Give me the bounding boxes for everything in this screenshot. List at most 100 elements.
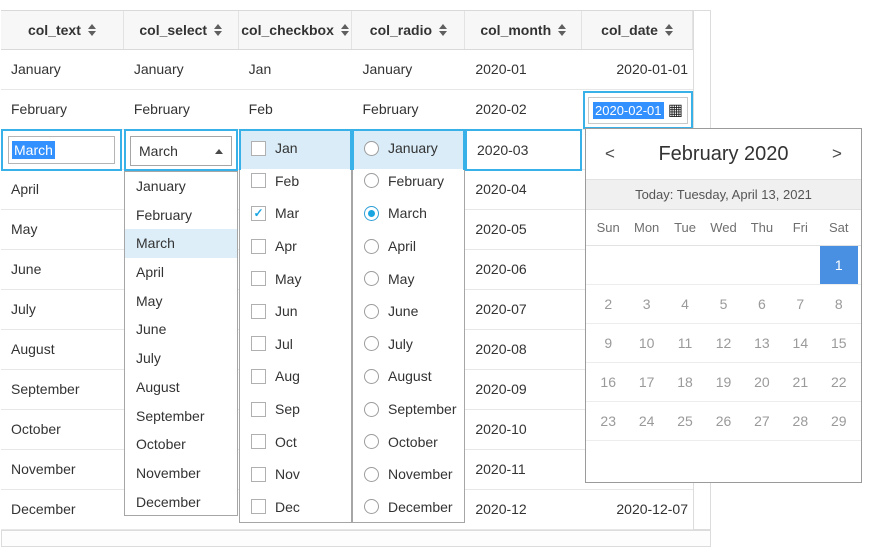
select-option[interactable]: April <box>125 258 237 287</box>
cell-col_select[interactable]: January <box>124 50 239 89</box>
select-editor[interactable]: March <box>130 136 232 166</box>
day-cell[interactable]: 2 <box>589 285 627 323</box>
text-editor-input[interactable]: March <box>8 136 115 164</box>
checkbox-icon[interactable] <box>251 141 266 156</box>
day-cell[interactable]: 28 <box>781 402 819 440</box>
day-cell[interactable]: 25 <box>666 402 704 440</box>
radio-option[interactable]: August <box>353 360 464 393</box>
radio-option[interactable]: October <box>353 425 464 458</box>
cell-col_date[interactable]: 2020-12-07 <box>582 490 693 529</box>
today-banner[interactable]: Today: Tuesday, April 13, 2021 <box>586 179 861 210</box>
sort-icon[interactable] <box>88 24 96 36</box>
select-option[interactable]: October <box>125 430 237 459</box>
radio-option[interactable]: July <box>353 328 464 361</box>
sort-icon[interactable] <box>558 24 566 36</box>
day-cell[interactable]: 7 <box>781 285 819 323</box>
checkbox-icon[interactable] <box>251 369 266 384</box>
column-header-col_text[interactable]: col_text <box>1 11 124 49</box>
day-cell[interactable]: 23 <box>589 402 627 440</box>
radio-option[interactable]: November <box>353 458 464 491</box>
cell-col_month[interactable]: 2020-12 <box>465 490 582 529</box>
cell-col_month[interactable]: 2020-11 <box>465 450 582 489</box>
cell-col_text[interactable]: August <box>1 330 124 369</box>
radio-option[interactable]: January <box>353 132 464 165</box>
cell-col_month[interactable]: 2020-02 <box>465 90 582 129</box>
select-option[interactable]: January <box>125 172 237 201</box>
day-cell[interactable]: 17 <box>627 363 665 401</box>
checkbox-option[interactable]: May <box>240 262 351 295</box>
column-header-col_date[interactable]: col_date <box>582 11 693 49</box>
radio-icon[interactable] <box>364 434 379 449</box>
day-cell[interactable]: 11 <box>666 324 704 362</box>
selected-day-cell[interactable]: 1 <box>820 246 858 284</box>
radio-option[interactable]: December <box>353 491 464 524</box>
checkbox-icon[interactable] <box>251 336 266 351</box>
cell-col_month[interactable]: 2020-05 <box>465 210 582 249</box>
radio-icon[interactable] <box>364 336 379 351</box>
column-header-col_select[interactable]: col_select <box>124 11 239 49</box>
checkbox-option[interactable]: Jan <box>240 132 351 165</box>
day-cell[interactable]: 14 <box>781 324 819 362</box>
checkbox-option[interactable]: Aug <box>240 360 351 393</box>
month-editor-cell[interactable]: 2020-03 <box>465 129 582 171</box>
column-header-col_radio[interactable]: col_radio <box>352 11 465 49</box>
cell-col_text[interactable]: January <box>1 50 124 89</box>
cell-col_text[interactable]: June <box>1 250 124 289</box>
day-cell[interactable]: 16 <box>589 363 627 401</box>
day-cell[interactable]: 8 <box>820 285 858 323</box>
cell-col_month[interactable]: 2020-10 <box>465 410 582 449</box>
checkbox-icon[interactable] <box>251 304 266 319</box>
cell-col_checkbox[interactable]: Jan <box>239 50 353 89</box>
checkbox-icon[interactable] <box>251 402 266 417</box>
checkbox-option[interactable]: Feb <box>240 165 351 198</box>
day-cell[interactable]: 20 <box>743 363 781 401</box>
day-cell[interactable]: 29 <box>820 402 858 440</box>
next-month-button[interactable]: > <box>827 144 847 164</box>
day-cell[interactable]: 19 <box>704 363 742 401</box>
select-option[interactable]: March <box>125 229 237 258</box>
cell-col_text[interactable]: December <box>1 490 124 529</box>
checkbox-option[interactable]: Dec <box>240 491 351 524</box>
checkbox-option[interactable]: Apr <box>240 230 351 263</box>
sort-icon[interactable] <box>214 24 222 36</box>
radio-option[interactable]: April <box>353 230 464 263</box>
day-cell[interactable]: 27 <box>743 402 781 440</box>
sort-icon[interactable] <box>665 24 673 36</box>
radio-icon[interactable] <box>364 141 379 156</box>
checkbox-option[interactable]: Sep <box>240 393 351 426</box>
day-cell[interactable]: 3 <box>627 285 665 323</box>
radio-option[interactable]: June <box>353 295 464 328</box>
day-cell[interactable]: 18 <box>666 363 704 401</box>
day-cell[interactable]: 13 <box>743 324 781 362</box>
select-option[interactable]: December <box>125 488 237 516</box>
checkbox-icon[interactable] <box>251 173 266 188</box>
checkbox-option[interactable]: Jun <box>240 295 351 328</box>
radio-option[interactable]: March <box>353 197 464 230</box>
day-cell[interactable]: 12 <box>704 324 742 362</box>
cell-col_text[interactable]: September <box>1 370 124 409</box>
checkbox-icon[interactable] <box>251 239 266 254</box>
day-cell[interactable]: 4 <box>666 285 704 323</box>
day-cell[interactable]: 24 <box>627 402 665 440</box>
cell-col_month[interactable]: 2020-01 <box>465 50 582 89</box>
checkbox-option[interactable]: ✓Mar <box>240 197 351 230</box>
day-cell[interactable]: 5 <box>704 285 742 323</box>
checkbox-option[interactable]: Nov <box>240 458 351 491</box>
sort-icon[interactable] <box>439 24 447 36</box>
select-option[interactable]: August <box>125 373 237 402</box>
radio-option[interactable]: September <box>353 393 464 426</box>
column-header-col_checkbox[interactable]: col_checkbox <box>239 11 353 49</box>
checkbox-icon[interactable] <box>251 271 266 286</box>
day-cell[interactable]: 6 <box>743 285 781 323</box>
cell-col_text[interactable]: April <box>1 170 124 209</box>
cell-col_radio[interactable]: January <box>353 50 466 89</box>
sort-icon[interactable] <box>341 24 349 36</box>
radio-icon[interactable] <box>364 304 379 319</box>
radio-icon[interactable] <box>364 369 379 384</box>
select-option[interactable]: February <box>125 201 237 230</box>
radio-icon[interactable] <box>364 173 379 188</box>
day-cell[interactable]: 9 <box>589 324 627 362</box>
day-cell[interactable]: 22 <box>820 363 858 401</box>
cell-col_text[interactable]: November <box>1 450 124 489</box>
select-option[interactable]: May <box>125 287 237 316</box>
